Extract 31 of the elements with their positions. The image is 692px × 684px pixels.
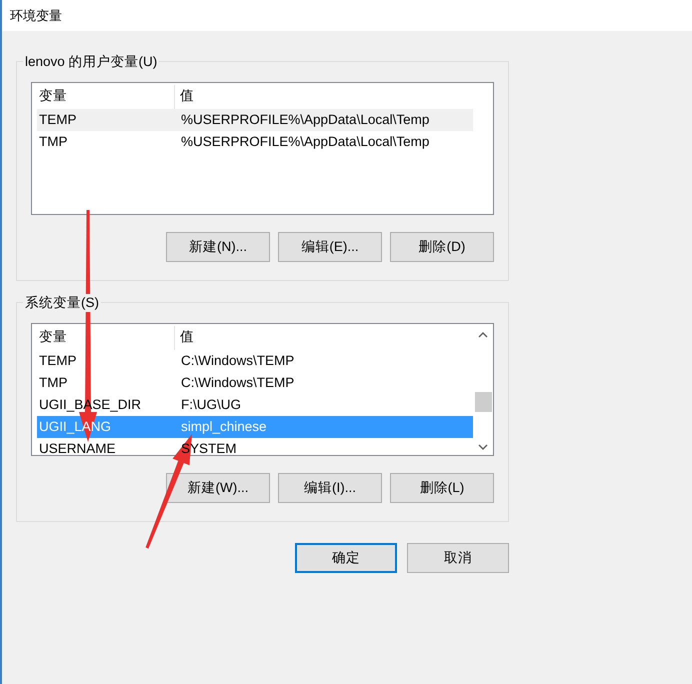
variable-row[interactable]: TEMP C:\Windows\TEMP	[37, 350, 473, 372]
cancel-button[interactable]: 取消	[407, 543, 509, 573]
variable-name: USERNAME	[38, 440, 117, 455]
variable-row[interactable]: TEMP %USERPROFILE%\AppData\Local\Temp	[37, 109, 473, 131]
variable-row[interactable]: TMP C:\Windows\TEMP	[37, 372, 473, 394]
variable-value: simpl_chinese	[180, 418, 268, 436]
group-label: 系统变量(S)	[23, 294, 101, 312]
variable-value: %USERPROFILE%\AppData\Local\Temp	[180, 111, 430, 129]
window-title: 环境变量	[2, 0, 692, 31]
variable-value: C:\Windows\TEMP	[180, 352, 296, 370]
ok-button[interactable]: 确定	[295, 543, 397, 573]
variable-value: %USERPROFILE%\AppData\Local\Temp	[180, 133, 430, 151]
column-header[interactable]: 值	[175, 85, 473, 109]
group-label: lenovo 的用户变量(U)	[23, 53, 160, 71]
variable-row[interactable]: TMP %USERPROFILE%\AppData\Local\Temp	[37, 131, 473, 153]
variable-name: TEMP	[38, 111, 78, 129]
variable-value: C:\Windows\TEMP	[180, 374, 296, 392]
column-header[interactable]: 值	[175, 326, 473, 350]
variable-name: TMP	[38, 133, 68, 151]
variable-value: F:\UG\UG	[180, 396, 242, 414]
action-button[interactable]: 编辑(I)...	[278, 473, 382, 503]
scroll-up-icon[interactable]	[478, 332, 488, 338]
action-button[interactable]: 新建(N)...	[166, 232, 270, 262]
scroll-down-icon[interactable]	[478, 444, 488, 450]
variable-name: TMP	[38, 374, 68, 392]
action-button[interactable]: 新建(W)...	[166, 473, 270, 503]
variable-name: TEMP	[38, 352, 78, 370]
action-button[interactable]: 删除(D)	[390, 232, 494, 262]
scroll-thumb[interactable]	[474, 392, 492, 412]
action-button[interactable]: 编辑(E)...	[278, 232, 382, 262]
action-button[interactable]: 删除(L)	[390, 473, 494, 503]
